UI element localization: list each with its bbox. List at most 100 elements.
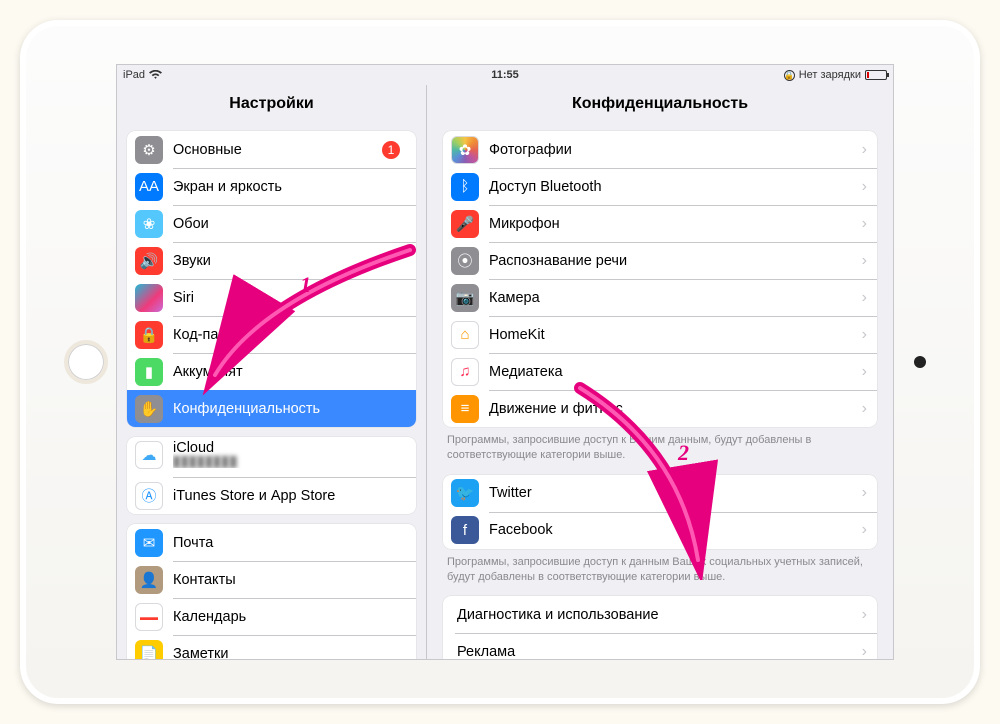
device-name: iPad bbox=[123, 69, 145, 81]
row-battery[interactable]: ▮ Аккумулят bbox=[127, 353, 416, 390]
sidebar-group: ⚙Основные1AAЭкран и яркость❀Обои🔊ЗвукиSi… bbox=[127, 131, 416, 427]
sounds-label: Звуки bbox=[173, 253, 406, 269]
general-badge: 1 bbox=[382, 141, 400, 159]
motion-label: Движение и фитнес bbox=[489, 401, 862, 417]
motion-icon: ≡ bbox=[451, 395, 479, 423]
facebook-icon: f bbox=[451, 516, 479, 544]
row-store[interactable]: ⒶiTunes Store и App Store bbox=[127, 477, 416, 514]
screen: iPad 11:55 🔒 Нет зарядки Настройки ⚙Осно… bbox=[116, 64, 894, 660]
row-media[interactable]: ♫ Медиатека› bbox=[443, 353, 877, 390]
chevron-right-icon: › bbox=[862, 363, 867, 381]
privacy-label: Конфиденциальность bbox=[173, 401, 406, 417]
annotation-number-1: 1 bbox=[300, 272, 311, 298]
battery-icon bbox=[865, 70, 887, 80]
store-icon: Ⓐ bbox=[135, 482, 163, 510]
general-icon: ⚙ bbox=[135, 136, 163, 164]
siri-icon bbox=[135, 284, 163, 312]
privacy-icon: ✋ bbox=[135, 395, 163, 423]
battery-icon: ▮ bbox=[135, 358, 163, 386]
row-motion[interactable]: ≡ Движение и фитнес› bbox=[443, 390, 877, 427]
twitter-label: Twitter bbox=[489, 485, 862, 501]
mail-label: Почта bbox=[173, 535, 406, 551]
row-bluetooth[interactable]: ᛒДоступ Bluetooth› bbox=[443, 168, 877, 205]
home-button[interactable] bbox=[64, 340, 108, 384]
chevron-right-icon: › bbox=[862, 521, 867, 539]
row-notes[interactable]: 📄 Заметки bbox=[127, 635, 416, 660]
row-microphone[interactable]: 🎤 Микрофон› bbox=[443, 205, 877, 242]
row-photos[interactable]: ✿ Фотографии› bbox=[443, 131, 877, 168]
status-bar: iPad 11:55 🔒 Нет зарядки bbox=[117, 65, 893, 85]
ads-label: Реклама bbox=[457, 644, 862, 659]
privacy-group-social: 🐦Twitter›fFacebook› bbox=[443, 475, 877, 549]
ipad-frame: iPad 11:55 🔒 Нет зарядки Настройки ⚙Осно… bbox=[20, 20, 980, 704]
homekit-label: HomeKit bbox=[489, 327, 862, 343]
chevron-right-icon: › bbox=[862, 606, 867, 624]
microphone-icon: 🎤 bbox=[451, 210, 479, 238]
row-sounds[interactable]: 🔊 Звуки bbox=[127, 242, 416, 279]
display-icon: AA bbox=[135, 173, 163, 201]
diag-label: Диагностика и использование bbox=[457, 607, 862, 623]
row-mail[interactable]: ✉ Почта bbox=[127, 524, 416, 561]
row-privacy[interactable]: ✋ Конфиденциальность bbox=[127, 390, 416, 427]
camera-icon: 📷 bbox=[451, 284, 479, 312]
row-icloud[interactable]: ☁ iCloud████████ bbox=[127, 437, 416, 477]
icloud-icon: ☁ bbox=[135, 441, 163, 469]
wallpaper-icon: ❀ bbox=[135, 210, 163, 238]
row-contacts[interactable]: 👤Контакты bbox=[127, 561, 416, 598]
speech-icon: ⦿ bbox=[451, 247, 479, 275]
homekit-icon: ⌂ bbox=[451, 321, 479, 349]
calendar-icon: ▬▬ bbox=[135, 603, 163, 631]
display-label: Экран и яркость bbox=[173, 179, 406, 195]
row-wallpaper[interactable]: ❀Обои bbox=[127, 205, 416, 242]
passcode-label: Код-пароль bbox=[173, 327, 406, 343]
orientation-lock-icon: 🔒 bbox=[784, 70, 795, 81]
calendar-label: Календарь bbox=[173, 609, 406, 625]
privacy-group-system: Диагностика и использование›Реклама› bbox=[443, 596, 877, 659]
siri-label: Siri bbox=[173, 290, 406, 306]
chevron-right-icon: › bbox=[862, 141, 867, 159]
row-homekit[interactable]: ⌂HomeKit› bbox=[443, 316, 877, 353]
row-passcode[interactable]: 🔒 Код-пароль bbox=[127, 316, 416, 353]
ipad-bezel: iPad 11:55 🔒 Нет зарядки Настройки ⚙Осно… bbox=[26, 26, 974, 698]
chevron-right-icon: › bbox=[862, 215, 867, 233]
sounds-icon: 🔊 bbox=[135, 247, 163, 275]
row-ads[interactable]: Реклама› bbox=[443, 633, 877, 659]
row-diag[interactable]: Диагностика и использование› bbox=[443, 596, 877, 633]
row-calendar[interactable]: ▬▬ Календарь bbox=[127, 598, 416, 635]
mail-icon: ✉ bbox=[135, 529, 163, 557]
row-twitter[interactable]: 🐦Twitter› bbox=[443, 475, 877, 512]
general-label: Основные bbox=[173, 142, 382, 158]
chevron-right-icon: › bbox=[862, 643, 867, 659]
sidebar-group: ☁ iCloud████████ ⒶiTunes Store и App Store bbox=[127, 437, 416, 514]
battery-text: Нет зарядки bbox=[799, 69, 861, 81]
clock: 11:55 bbox=[117, 69, 893, 81]
contacts-label: Контакты bbox=[173, 572, 406, 588]
row-speech[interactable]: ⦿Распознавание речи› bbox=[443, 242, 877, 279]
settings-sidebar: Настройки ⚙Основные1AAЭкран и яркость❀Об… bbox=[117, 85, 427, 659]
chevron-right-icon: › bbox=[862, 178, 867, 196]
speech-label: Распознавание речи bbox=[489, 253, 862, 269]
front-camera bbox=[914, 356, 926, 368]
notes-icon: 📄 bbox=[135, 640, 163, 661]
wifi-icon bbox=[149, 70, 162, 80]
row-facebook[interactable]: fFacebook› bbox=[443, 512, 877, 549]
row-display[interactable]: AA Экран и яркость bbox=[127, 168, 416, 205]
photos-label: Фотографии bbox=[489, 142, 862, 158]
photos-icon: ✿ bbox=[451, 136, 479, 164]
row-general[interactable]: ⚙ Основные1 bbox=[127, 131, 416, 168]
footer-note-2: Программы, запросившие доступ к данным В… bbox=[427, 549, 893, 587]
icloud-label: iCloud████████ bbox=[173, 441, 406, 468]
microphone-label: Микрофон bbox=[489, 216, 862, 232]
media-icon: ♫ bbox=[451, 358, 479, 386]
row-siri[interactable]: Siri bbox=[127, 279, 416, 316]
sidebar-group: ✉ Почта 👤Контакты ▬▬ Календарь 📄 Заметки bbox=[127, 524, 416, 660]
notes-label: Заметки bbox=[173, 646, 406, 661]
row-camera[interactable]: 📷Камера› bbox=[443, 279, 877, 316]
chevron-right-icon: › bbox=[862, 484, 867, 502]
passcode-icon: 🔒 bbox=[135, 321, 163, 349]
privacy-group-1: ✿Фотографии›ᛒДоступ Bluetooth›🎤Микрофон›… bbox=[443, 131, 877, 427]
battery-label: Аккумулят bbox=[173, 364, 406, 380]
store-label: iTunes Store и App Store bbox=[173, 488, 406, 504]
media-label: Медиатека bbox=[489, 364, 862, 380]
chevron-right-icon: › bbox=[862, 400, 867, 418]
